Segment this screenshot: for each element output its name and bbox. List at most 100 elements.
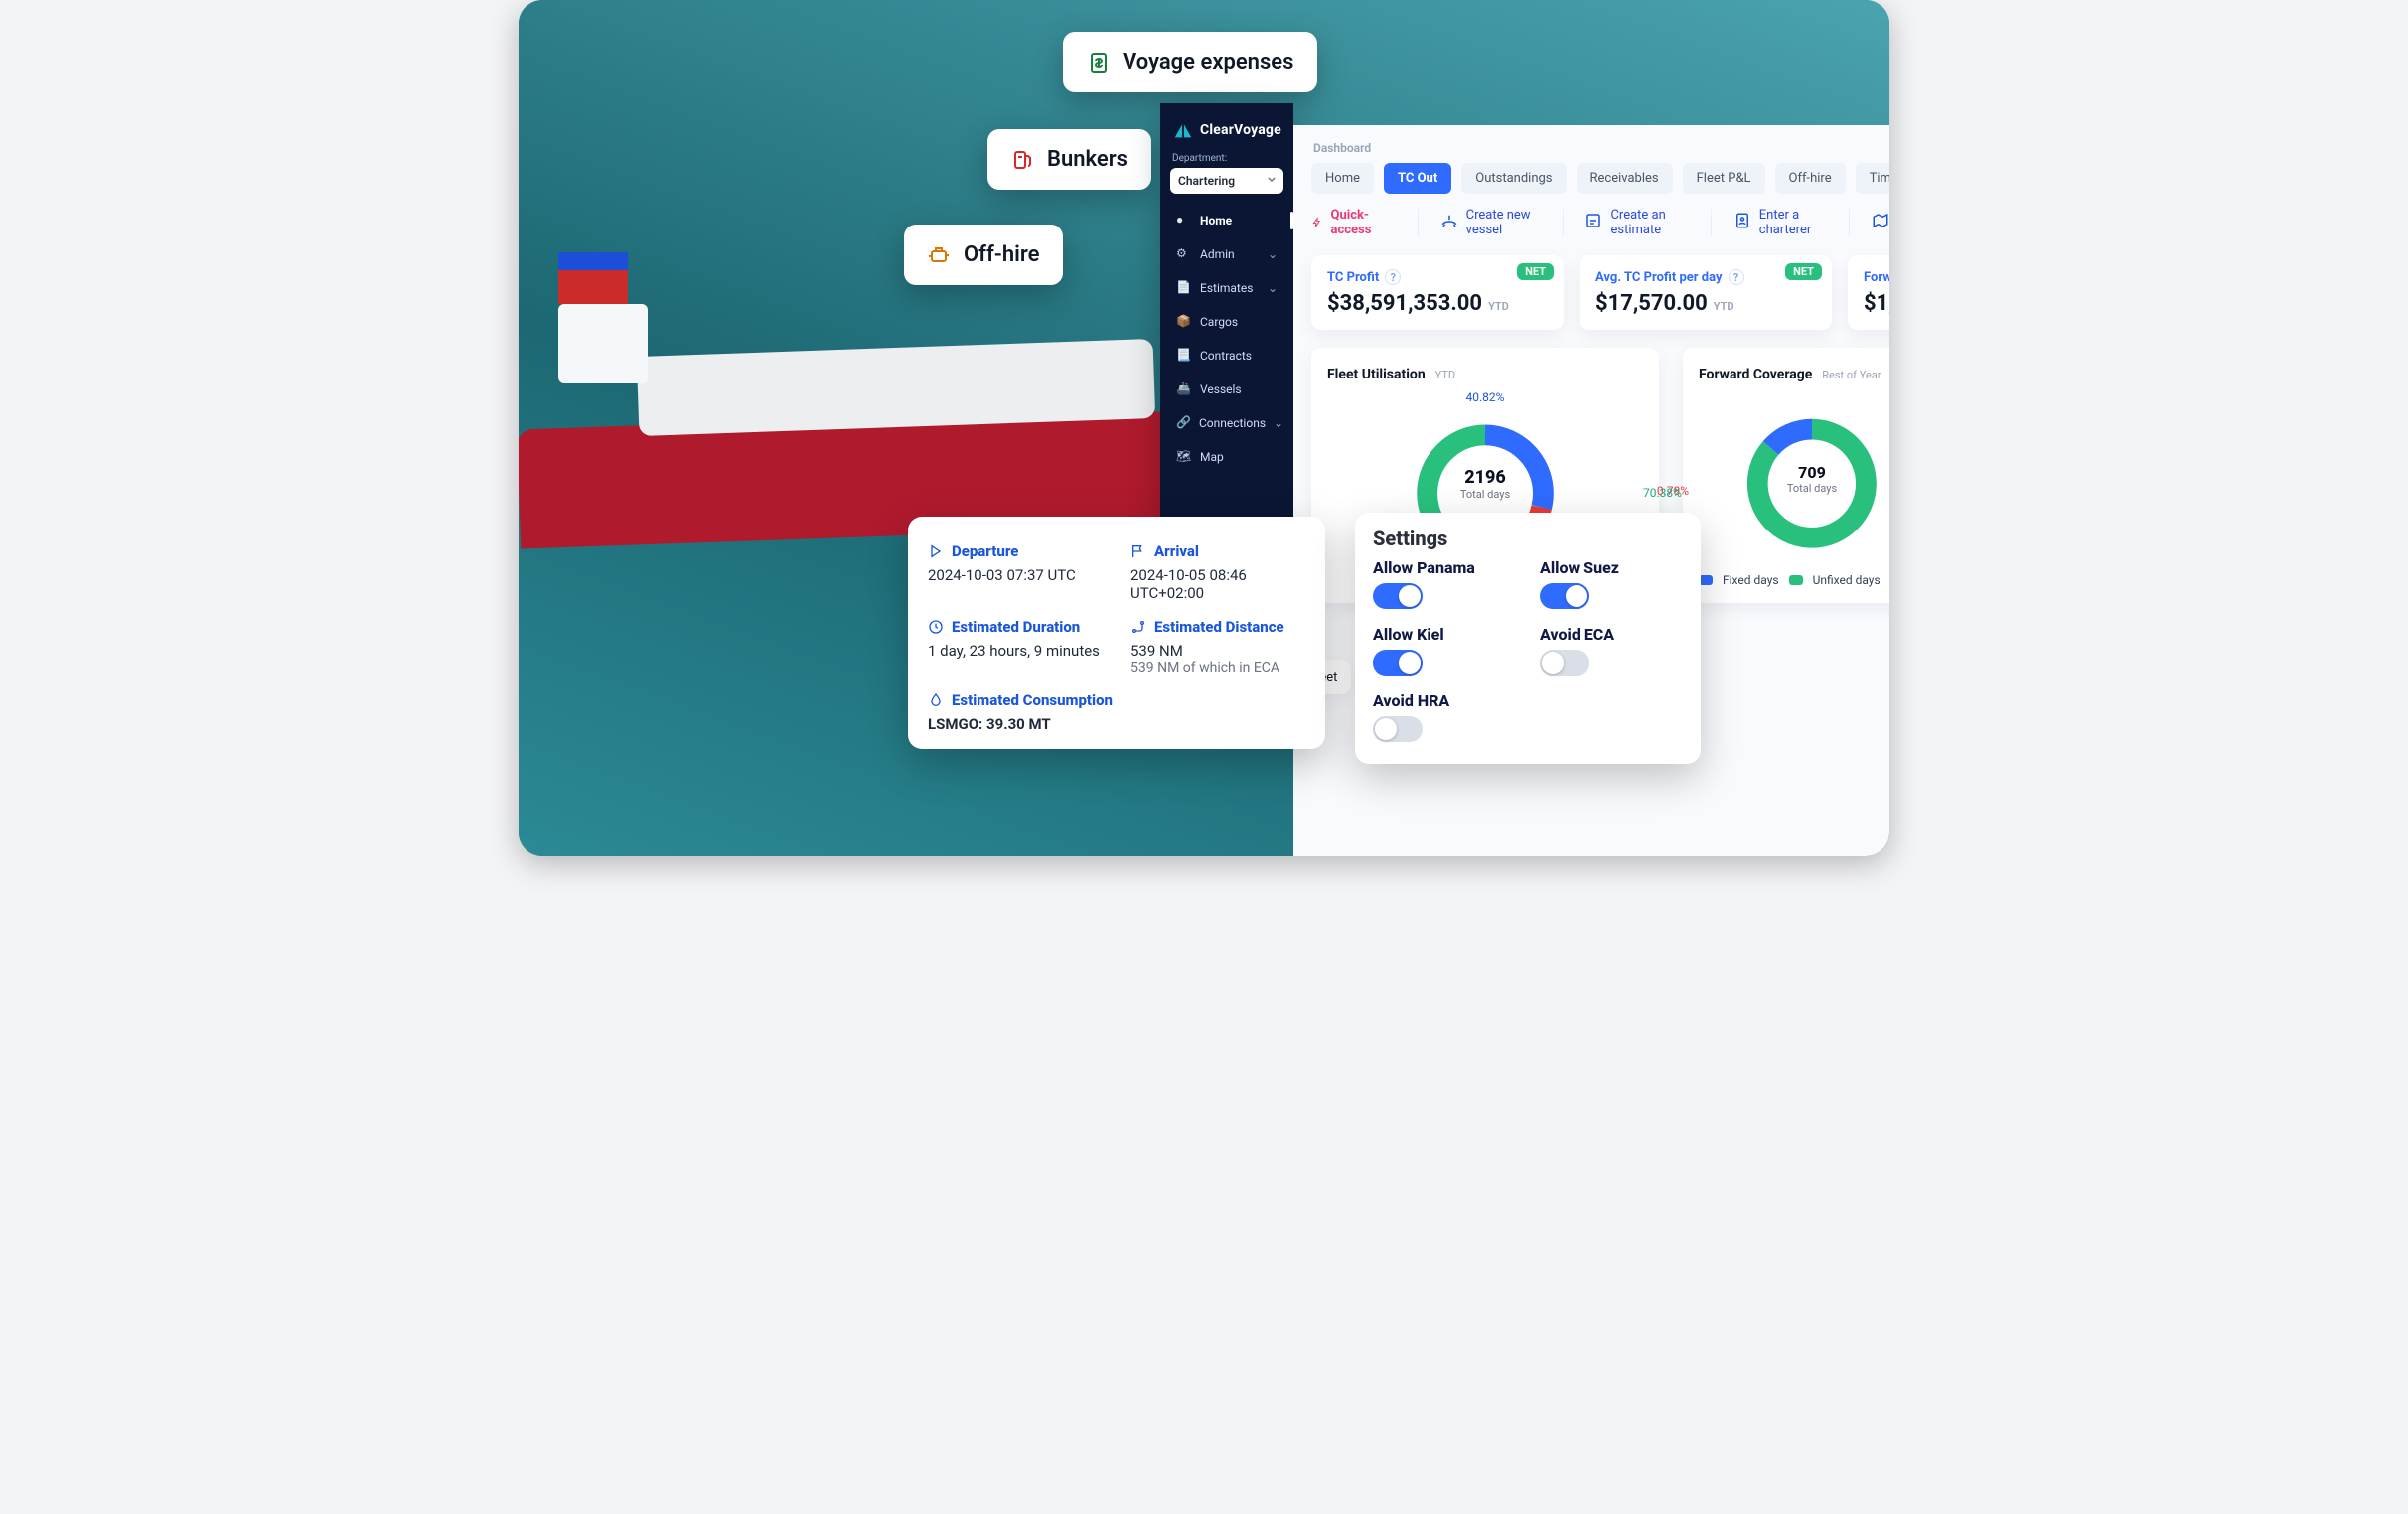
distance-value: 539 NM: [1130, 642, 1305, 660]
kpi-title: Forwar ?: [1864, 269, 1889, 285]
nav-icon: ●: [1176, 213, 1192, 228]
tab-outstandings[interactable]: Outstandings: [1461, 163, 1566, 194]
setting-allow-kiel: Allow Kiel: [1373, 625, 1516, 680]
divider: [1563, 209, 1564, 236]
pill-label: Bunkers: [1047, 147, 1128, 172]
setting-label: Allow Panama: [1373, 558, 1516, 577]
donut-label: Total days: [1787, 482, 1837, 495]
setting-avoid-eca: Avoid ECA: [1540, 625, 1683, 680]
setting-label: Avoid HRA: [1373, 691, 1516, 710]
ship-bridge: [558, 304, 648, 383]
sidebar-item-connections[interactable]: 🔗Connections⌄: [1170, 408, 1283, 438]
nav-label: Home: [1200, 214, 1232, 227]
nav-icon: 📄: [1176, 280, 1192, 296]
pill-off-hire[interactable]: Off-hire: [904, 225, 1063, 285]
quick-access-create-an-estimate[interactable]: Create an estimate: [1584, 208, 1689, 237]
brand-name: ClearVoyage: [1200, 122, 1281, 138]
divider: [1418, 209, 1419, 236]
departure-label: Departure: [952, 542, 1018, 560]
donut-center: 709 Total days: [1787, 463, 1837, 495]
stage: Voyage expenses Bunkers Off-hire ClearVo…: [519, 0, 1889, 856]
info-icon[interactable]: ?: [1385, 269, 1401, 285]
quick-access-items: Create new vessel Create an estimate Enter…: [1440, 208, 1889, 237]
chevron-down-icon: ⌄: [1268, 281, 1278, 295]
toggle-knob: [1566, 585, 1587, 607]
quick-label: Create new vessel: [1466, 208, 1541, 237]
toggle-knob: [1375, 718, 1397, 740]
sidebar-item-estimates[interactable]: 📄 Estimates ⌄: [1170, 273, 1283, 303]
donut-value: 709: [1787, 463, 1837, 482]
tab-off-hire[interactable]: Off-hire: [1775, 163, 1846, 194]
pill-label: Voyage expenses: [1123, 50, 1293, 75]
chevron-down-icon: ⌄: [1268, 247, 1278, 261]
sidebar-item-vessels[interactable]: 🚢Vessels: [1170, 375, 1283, 404]
toggle-knob: [1542, 652, 1564, 674]
quick-access-row: Quick-access Create new vesselCreate an …: [1311, 208, 1889, 237]
arrival-value: 2024-10-05 08:46 UTC+02:00: [1130, 566, 1305, 602]
toggle[interactable]: [1373, 650, 1423, 676]
pill-bunkers[interactable]: Bunkers: [987, 129, 1151, 190]
sidebar-item-map[interactable]: 🗺Map: [1170, 442, 1283, 472]
info-icon[interactable]: ?: [1729, 269, 1744, 285]
consumption-value: LSMGO: 39.30 MT: [928, 715, 1305, 733]
quick-access-map[interactable]: [1872, 212, 1889, 233]
net-badge: NET: [1785, 263, 1822, 280]
nav-label: Map: [1200, 450, 1224, 464]
kpi-value: $38,591,353.00YTD: [1327, 291, 1548, 316]
quick-access-create-new-vessel[interactable]: Create new vessel: [1440, 208, 1541, 237]
toggle[interactable]: [1540, 583, 1589, 609]
setting-label: Avoid ECA: [1540, 625, 1683, 644]
setting-label: Allow Kiel: [1373, 625, 1516, 644]
distance-heading: Estimated Distance: [1130, 618, 1305, 636]
sidebar-item-contracts[interactable]: 📃Contracts: [1170, 341, 1283, 371]
legend-swatch-unfixed: [1789, 575, 1803, 585]
nav-label: Estimates: [1200, 281, 1253, 295]
quick-access-enter-a-charterer[interactable]: Enter a charterer: [1733, 208, 1827, 237]
toggle[interactable]: [1373, 583, 1423, 609]
toggle[interactable]: [1540, 650, 1589, 676]
legend-swatch-fixed: [1699, 575, 1713, 585]
kpi-cards: NETTC Profit ?$38,591,353.00YTDNETAvg. T…: [1311, 255, 1889, 330]
tab-home[interactable]: Home: [1311, 163, 1374, 194]
route-icon: [1130, 619, 1146, 635]
kpi-value: $17,570.00YTD: [1595, 291, 1816, 316]
departure-heading: Departure: [928, 542, 1103, 560]
settings-panel: Settings Allow PanamaAllow SuezAllow Kie…: [1355, 513, 1701, 764]
donut-chart: 709 Total days 70.38%: [1699, 394, 1889, 563]
setting-allow-panama: Allow Panama: [1373, 558, 1516, 613]
toggle[interactable]: [1373, 716, 1423, 742]
net-badge: NET: [1517, 263, 1554, 280]
quick-icon: [1584, 212, 1602, 233]
donut-center: 2196 Total days: [1460, 467, 1510, 501]
tab-receivables[interactable]: Receivables: [1577, 163, 1673, 194]
pill-voyage-expenses[interactable]: Voyage expenses: [1063, 32, 1317, 92]
sidebar-item-admin[interactable]: ⚙Admin⌄: [1170, 239, 1283, 269]
chart-title: Fleet Utilisation: [1327, 367, 1426, 382]
nav-label: Admin: [1200, 247, 1235, 261]
divider: [1849, 209, 1850, 236]
sidebar-item-home[interactable]: ● Home: [1170, 206, 1283, 235]
department-select[interactable]: Chartering: [1170, 168, 1283, 194]
setting-avoid-hra: Avoid HRA: [1373, 691, 1516, 746]
tab-fleet-p-l[interactable]: Fleet P&L: [1683, 163, 1765, 194]
quick-icon: [1733, 212, 1751, 233]
distance-sub: 539 NM of which in ECA: [1130, 660, 1305, 676]
settings-title: Settings: [1373, 527, 1683, 550]
engine-icon: [928, 243, 952, 267]
kpi-card: NETTC Profit ?$38,591,353.00YTD: [1311, 255, 1564, 330]
department-label: Department:: [1172, 153, 1281, 164]
settings-grid: Allow PanamaAllow SuezAllow KielAvoid EC…: [1373, 558, 1683, 746]
pill-label: Off-hire: [964, 242, 1039, 267]
quick-icon: [1440, 212, 1458, 233]
department-value: Chartering: [1178, 174, 1235, 188]
ship-funnel: [558, 264, 628, 304]
kpi-suffix: YTD: [1488, 300, 1509, 313]
tab-timeli[interactable]: Timeli: [1856, 163, 1889, 194]
tab-tc-out[interactable]: TC Out: [1384, 163, 1451, 194]
quick-label: Enter a charterer: [1759, 208, 1827, 237]
kpi-value: $1,5: [1864, 291, 1889, 316]
sidebar-item-cargos[interactable]: 📦Cargos: [1170, 307, 1283, 337]
bolt-icon: [1311, 216, 1323, 229]
voyage-details-panel: Departure 2024-10-03 07:37 UTC Arrival 2…: [908, 517, 1325, 749]
tabs: Home TC Out Outstandings Receivables Fleet P…: [1311, 163, 1889, 194]
